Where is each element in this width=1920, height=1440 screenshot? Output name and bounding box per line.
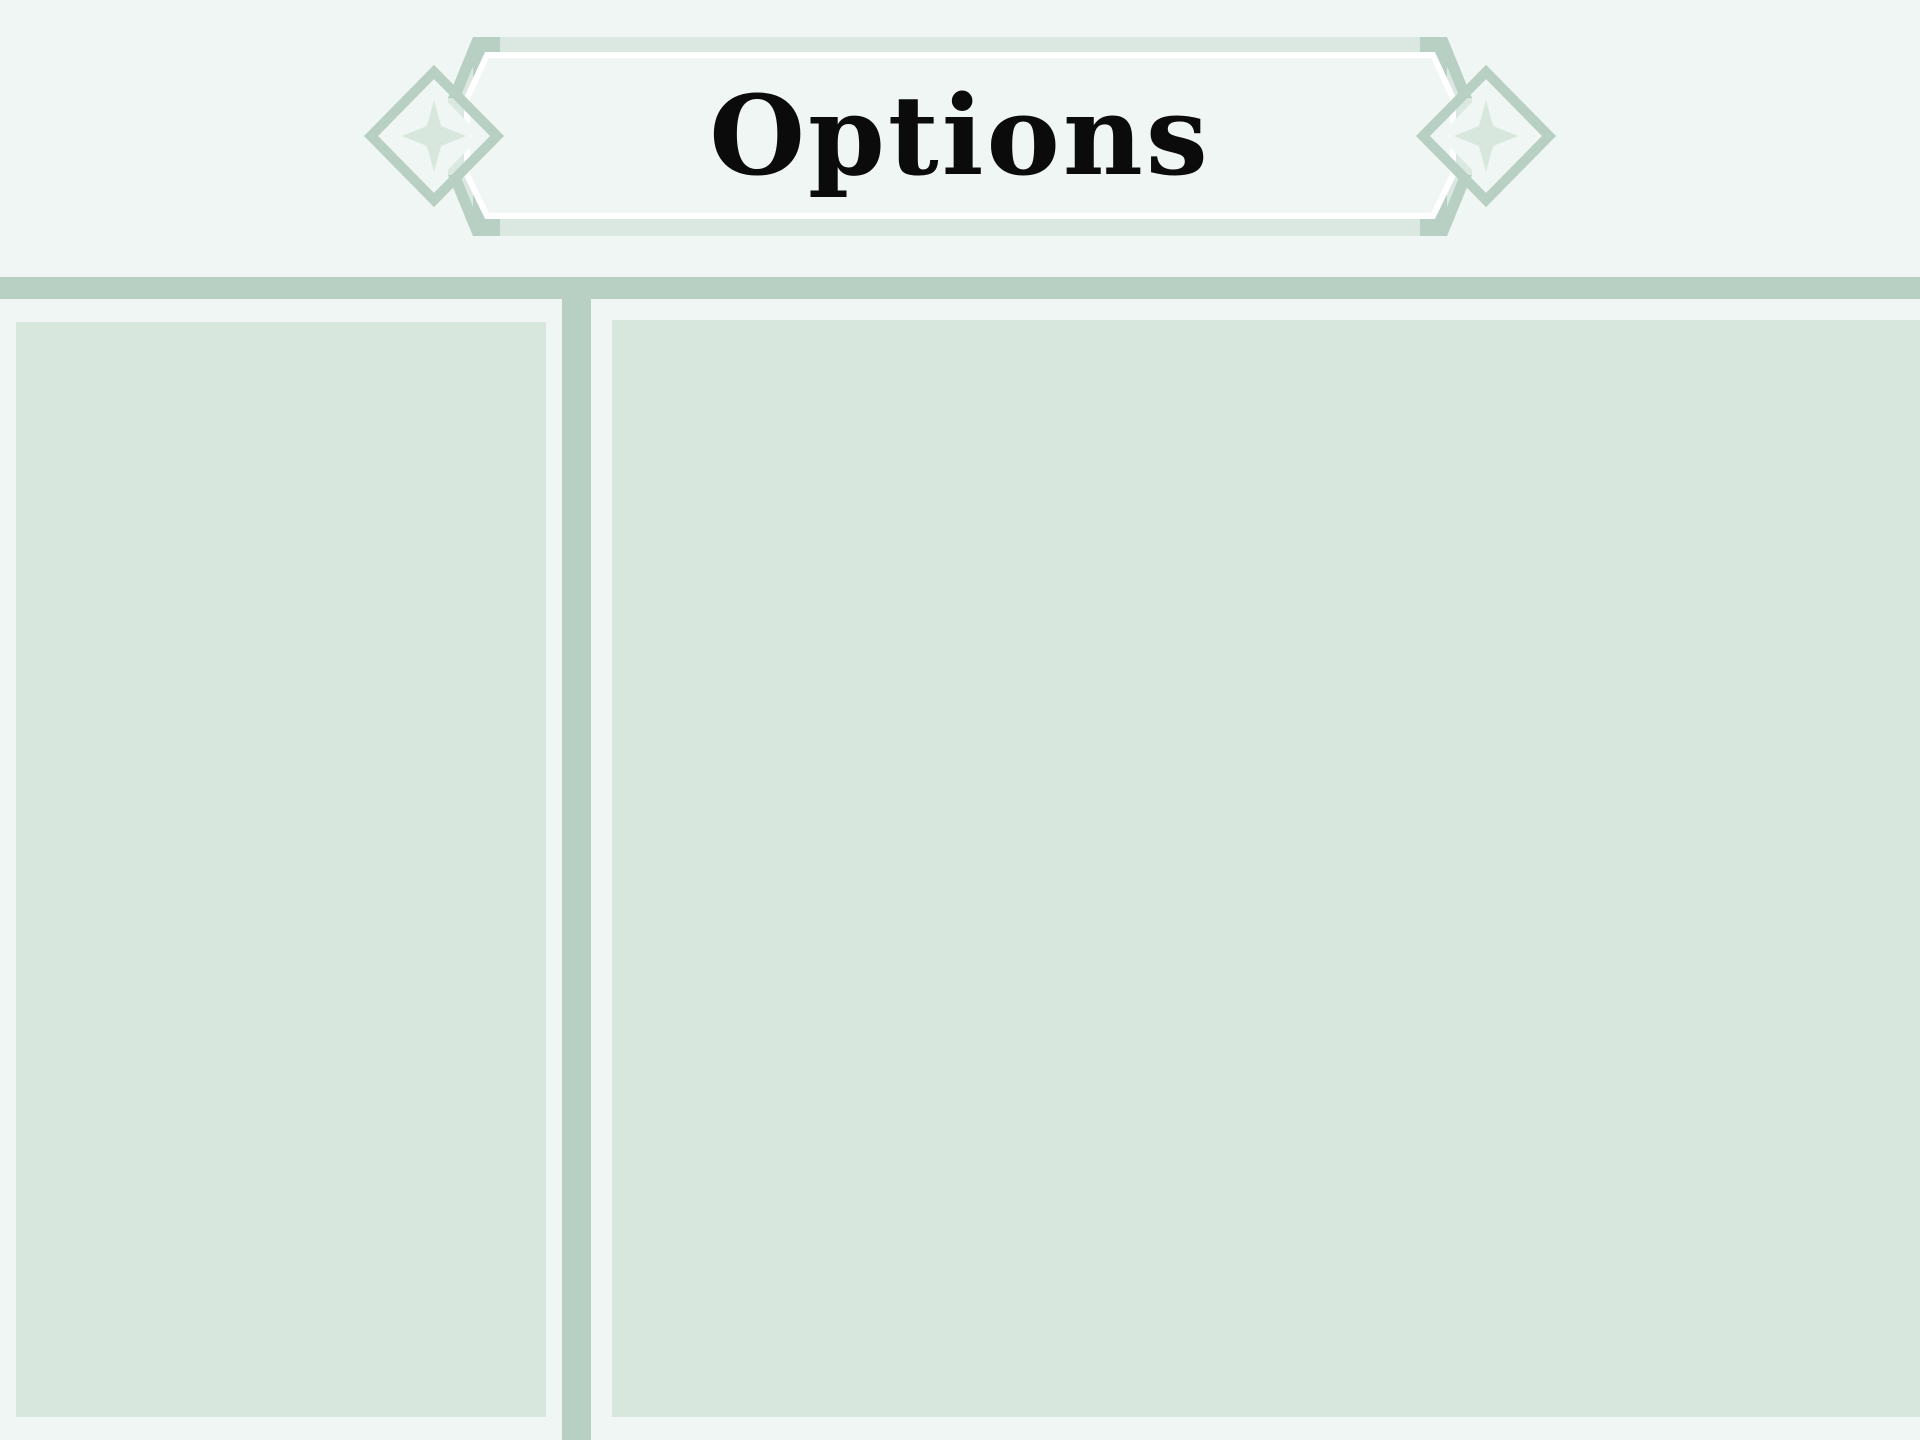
column-divider (562, 299, 591, 1440)
options-settings-panel (612, 320, 1920, 1417)
options-category-panel (16, 322, 546, 1417)
page-title: Options (709, 71, 1211, 200)
options-screen: Options (0, 0, 1920, 1440)
header-divider (0, 277, 1920, 299)
